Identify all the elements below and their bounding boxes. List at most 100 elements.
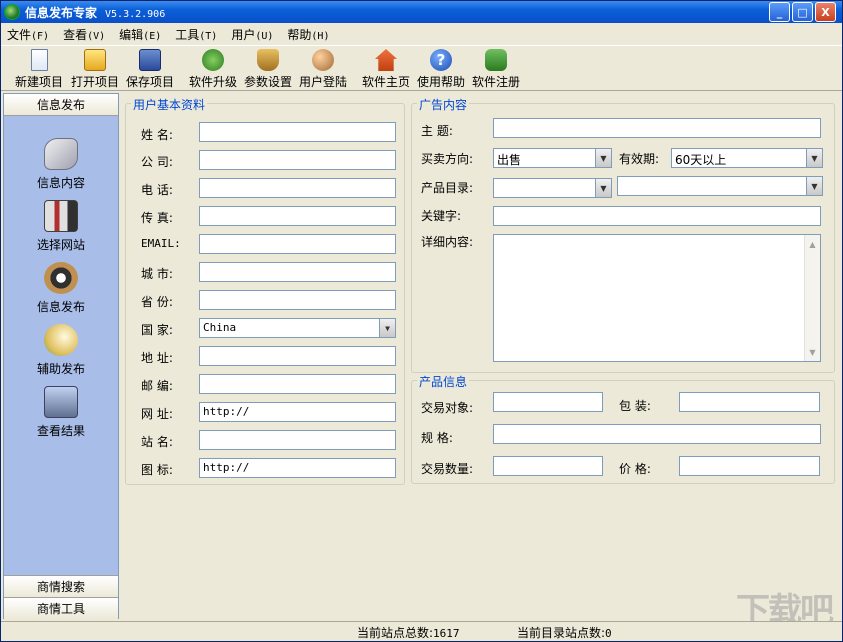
document-globe-icon xyxy=(44,324,78,356)
save-project-button[interactable]: 保存项目 xyxy=(126,49,174,90)
settings-button[interactable]: 参数设置 xyxy=(244,49,292,90)
website-label: 网 址: xyxy=(141,407,173,421)
keyword-field[interactable] xyxy=(493,206,821,226)
sidebar-item-content[interactable]: 信息内容 xyxy=(4,138,118,191)
menu-tools[interactable]: 工具(T) xyxy=(175,26,217,43)
quantity-field[interactable] xyxy=(493,456,603,476)
company-label: 公 司: xyxy=(141,155,173,169)
country-select[interactable]: China ▼ xyxy=(199,318,396,338)
detail-label: 详细内容: xyxy=(421,235,474,249)
window-title: 信息发布专家 V5.3.2.906 xyxy=(25,6,166,20)
sidebar-header-publish[interactable]: 信息发布 xyxy=(4,94,118,116)
upgrade-button[interactable]: 软件升级 xyxy=(189,49,237,90)
books-check-icon xyxy=(44,200,78,232)
homepage-button[interactable]: 软件主页 xyxy=(362,49,410,90)
settings-icon xyxy=(257,49,279,71)
catalog-select[interactable]: ▼ xyxy=(493,178,612,198)
spec-field[interactable] xyxy=(493,424,821,444)
scroll-up-icon[interactable]: ▲ xyxy=(805,236,820,252)
product-info-title: 产品信息 xyxy=(417,373,470,390)
validity-value: 60天以上 xyxy=(675,153,727,167)
direction-select[interactable]: 出售 ▼ xyxy=(493,148,612,168)
menu-edit[interactable]: 编辑(E) xyxy=(119,26,161,43)
city-field[interactable] xyxy=(199,262,396,282)
help-icon: ? xyxy=(430,49,452,71)
new-document-icon xyxy=(30,49,48,71)
sidebar-body: 信息内容 选择网站 信息发布 辅助发布 查看结果 xyxy=(4,116,118,576)
icon-url-field[interactable]: http:// xyxy=(199,458,396,478)
direction-label: 买卖方向: xyxy=(421,152,474,166)
new-project-button[interactable]: 新建项目 xyxy=(15,49,63,90)
computer-icon xyxy=(44,386,78,418)
close-button[interactable]: X xyxy=(815,2,836,22)
validity-select[interactable]: 60天以上 ▼ xyxy=(671,148,823,168)
province-field[interactable] xyxy=(199,290,396,310)
chevron-down-icon[interactable]: ▼ xyxy=(806,149,822,167)
chevron-down-icon[interactable]: ▼ xyxy=(806,177,822,195)
scroll-down-icon[interactable]: ▼ xyxy=(805,344,820,360)
direction-value: 出售 xyxy=(497,153,522,167)
detail-textarea[interactable]: ▲ ▼ xyxy=(493,234,821,362)
website-field[interactable]: http:// xyxy=(199,402,396,422)
version-label: V5.3.2.906 xyxy=(105,9,166,20)
home-icon xyxy=(375,49,397,71)
fax-field[interactable] xyxy=(199,206,396,226)
sidebar-item-assist[interactable]: 辅助发布 xyxy=(4,324,118,377)
site-name-field[interactable] xyxy=(199,430,396,450)
company-field[interactable] xyxy=(199,150,396,170)
status-sites-count: 当前站点总数:1617 xyxy=(357,626,460,640)
toolbar: 新建项目 打开项目 保存项目 软件升级 参数设置 用户登陆 软件主页 ? 使用帮 xyxy=(1,45,842,91)
subject-field[interactable] xyxy=(493,118,821,138)
city-label: 城 市: xyxy=(141,267,173,281)
trade-target-label: 交易对象: xyxy=(421,401,474,415)
sidebar-item-results[interactable]: 查看结果 xyxy=(4,386,118,439)
menu-view[interactable]: 查看(V) xyxy=(63,26,105,43)
icon-label: 图 标: xyxy=(141,463,173,477)
province-label: 省 份: xyxy=(141,295,173,309)
chevron-down-icon[interactable]: ▼ xyxy=(379,319,395,337)
trade-target-field[interactable] xyxy=(493,392,603,412)
user-login-icon xyxy=(312,49,334,71)
quantity-label: 交易数量: xyxy=(421,462,474,476)
app-globe-icon xyxy=(4,4,20,20)
detail-scrollbar[interactable]: ▲ ▼ xyxy=(804,235,820,361)
status-bar: 当前站点总数:1617 当前目录站点数:0 xyxy=(1,621,842,641)
minimize-button[interactable]: _ xyxy=(769,2,790,22)
subcatalog-select[interactable]: ▼ xyxy=(617,176,823,196)
name-field[interactable] xyxy=(199,122,396,142)
register-button[interactable]: 软件注册 xyxy=(472,49,520,90)
subject-label: 主 题: xyxy=(421,124,453,138)
country-label: 国 家: xyxy=(141,323,173,337)
email-field[interactable] xyxy=(199,234,396,254)
address-field[interactable] xyxy=(199,346,396,366)
chevron-down-icon[interactable]: ▼ xyxy=(595,179,611,197)
price-field[interactable] xyxy=(679,456,820,476)
menu-file[interactable]: 文件(F) xyxy=(7,26,49,43)
menu-user[interactable]: 用户(U) xyxy=(231,26,273,43)
register-icon xyxy=(485,49,507,71)
maximize-button[interactable]: □ xyxy=(792,2,813,22)
upgrade-globe-icon xyxy=(202,49,224,71)
menu-help[interactable]: 帮助(H) xyxy=(287,26,329,43)
open-project-button[interactable]: 打开项目 xyxy=(71,49,119,90)
catalog-label: 产品目录: xyxy=(421,181,474,195)
user-login-button[interactable]: 用户登陆 xyxy=(299,49,347,90)
chevron-down-icon[interactable]: ▼ xyxy=(595,149,611,167)
camera-icon xyxy=(44,262,78,294)
sidebar-tab-tools[interactable]: 商情工具 xyxy=(4,597,118,619)
save-disk-icon xyxy=(139,49,161,71)
sidebar-item-publish[interactable]: 信息发布 xyxy=(4,262,118,315)
help-button[interactable]: ? 使用帮助 xyxy=(417,49,465,90)
sidebar-item-select-sites[interactable]: 选择网站 xyxy=(4,200,118,253)
name-label: 姓 名: xyxy=(141,128,173,142)
postcode-field[interactable] xyxy=(199,374,396,394)
price-label: 价 格: xyxy=(619,462,651,476)
sidebar: 信息发布 信息内容 选择网站 信息发布 辅助发布 查看结果 商情搜索 商情工具 xyxy=(3,93,119,619)
phone-field[interactable] xyxy=(199,178,396,198)
site-name-label: 站 名: xyxy=(141,435,173,449)
validity-label: 有效期: xyxy=(619,152,660,166)
spec-label: 规 格: xyxy=(421,431,453,445)
sidebar-tab-search[interactable]: 商情搜索 xyxy=(4,575,118,597)
title-bar[interactable]: 信息发布专家 V5.3.2.906 _ □ X xyxy=(1,1,842,23)
package-field[interactable] xyxy=(679,392,820,412)
